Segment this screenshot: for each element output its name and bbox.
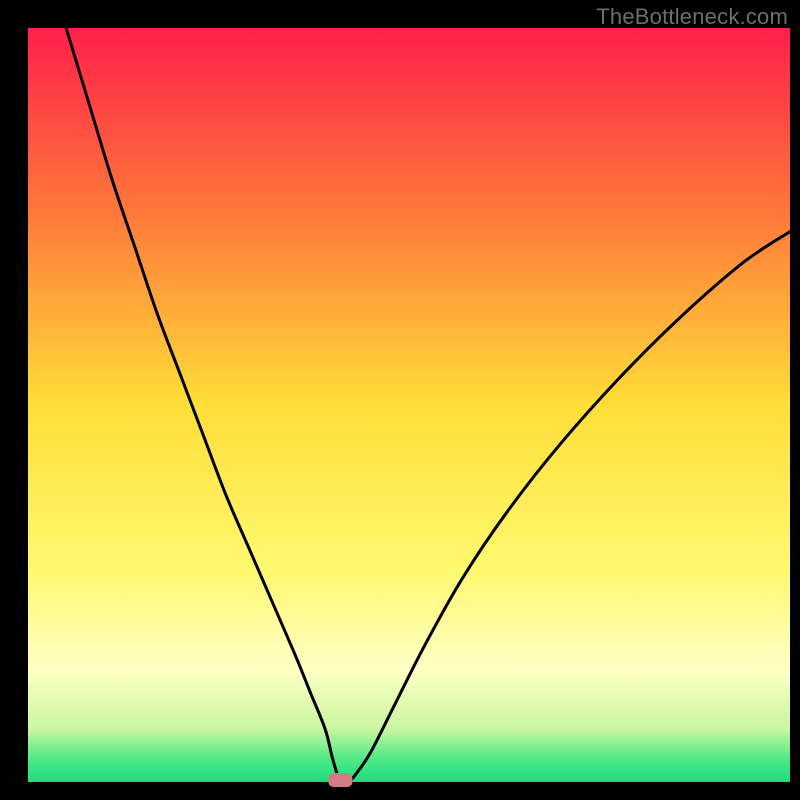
minimum-marker: [328, 773, 352, 787]
chart-frame: TheBottleneck.com: [0, 0, 800, 800]
plot-background: [28, 28, 790, 782]
bottleneck-chart: [0, 0, 800, 800]
watermark-text: TheBottleneck.com: [596, 4, 788, 30]
